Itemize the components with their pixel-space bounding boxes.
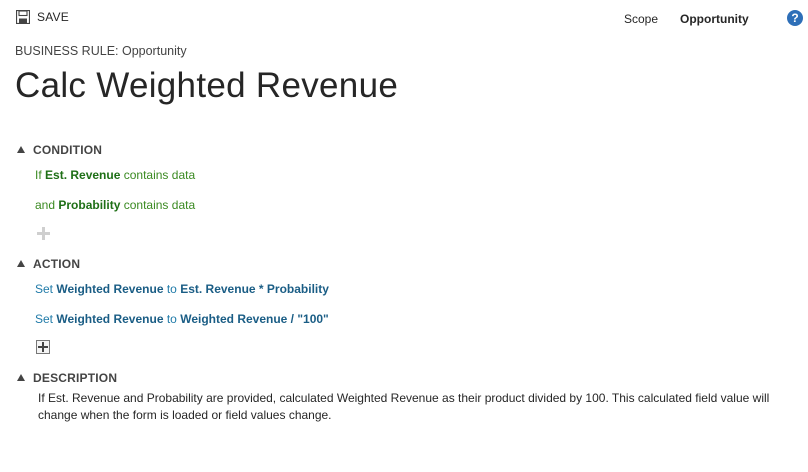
action-field: Weighted Revenue — [56, 312, 164, 326]
action-value: Weighted Revenue / "100" — [180, 312, 329, 326]
scope-label: Scope — [624, 12, 659, 26]
condition-line-2[interactable]: and Probability contains data — [35, 198, 195, 212]
condition-section-title: CONDITION — [33, 143, 103, 157]
page-title[interactable]: Calc Weighted Revenue — [15, 66, 398, 106]
action-section-header[interactable]: ACTION — [17, 257, 80, 271]
action-section-title: ACTION — [33, 257, 81, 271]
save-label: SAVE — [37, 10, 69, 24]
condition-field: Est. Revenue — [45, 168, 121, 182]
action-verb: Set — [35, 282, 54, 296]
condition-prefix: If — [35, 168, 42, 182]
action-verb: Set — [35, 312, 54, 326]
collapse-triangle-icon[interactable] — [17, 259, 25, 267]
breadcrumb: BUSINESS RULE: Opportunity — [15, 44, 187, 58]
collapse-triangle-icon[interactable] — [17, 373, 25, 381]
help-icon[interactable]: ? — [787, 10, 803, 26]
add-condition-plus-icon[interactable] — [37, 227, 50, 240]
condition-prefix: and — [35, 198, 56, 212]
action-joiner: to — [166, 312, 177, 326]
description-section-title: DESCRIPTION — [33, 371, 118, 385]
action-line-2[interactable]: Set Weighted Revenue to Weighted Revenue… — [35, 312, 329, 326]
collapse-triangle-icon[interactable] — [17, 145, 25, 153]
condition-section-header[interactable]: CONDITION — [17, 143, 102, 157]
condition-line-1[interactable]: If Est. Revenue contains data — [35, 168, 195, 182]
condition-field: Probability — [58, 198, 121, 212]
action-joiner: to — [166, 282, 177, 296]
condition-operator: contains data — [123, 198, 196, 212]
add-action-icon[interactable] — [36, 340, 50, 359]
save-icon — [16, 10, 30, 24]
description-section-header[interactable]: DESCRIPTION — [17, 371, 117, 385]
scope-selector[interactable]: Opportunity — [680, 12, 749, 26]
save-button[interactable]: SAVE — [16, 10, 69, 24]
command-bar: SAVE Scope Opportunity ? — [0, 0, 808, 38]
action-line-1[interactable]: Set Weighted Revenue to Est. Revenue * P… — [35, 282, 329, 296]
condition-operator: contains data — [123, 168, 196, 182]
description-text[interactable]: If Est. Revenue and Probability are prov… — [38, 390, 798, 424]
action-value: Est. Revenue * Probability — [180, 282, 329, 296]
action-field: Weighted Revenue — [56, 282, 164, 296]
